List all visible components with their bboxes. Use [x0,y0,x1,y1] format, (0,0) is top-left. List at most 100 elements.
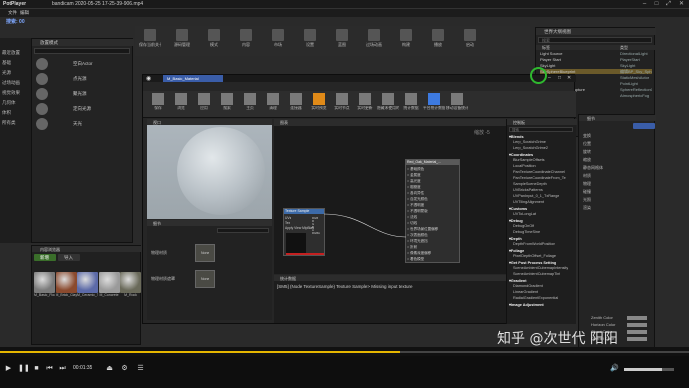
playlist-icon[interactable]: ☰ [136,364,145,374]
details-row[interactable]: 静态网格体 [583,165,653,171]
palette-category[interactable]: ▾Debug [509,218,523,223]
video-frame[interactable]: 文件 编辑 搜索: 00 保存当前关卡 源码管理 模式 内容 市场 设置 蓝图 过场动画 构建播… [0,9,689,347]
play-icon[interactable]: ▶ [4,364,13,374]
palette-item[interactable]: PanTextureCoordinateChannel [513,170,565,175]
palette-category[interactable]: ▾Get Post Process Setting [509,260,556,265]
palette-item[interactable]: PixelDepthOffset_Foliage [513,254,556,259]
toolbar-button-save[interactable]: 保存当前关卡 [139,27,161,55]
mat-toolbar-button-4[interactable]: 主页 [239,92,261,117]
mat-maximize-icon[interactable]: □ [558,75,561,81]
palette-item[interactable]: LocalPosition [513,164,536,169]
asset-tile[interactable]: M_Basic_Floor [34,272,55,304]
mat-toolbar-button-7[interactable]: 实时预览 [308,92,330,117]
material-preview-viewport[interactable]: 视口 [147,119,272,219]
outliner-search-input[interactable]: 搜索 [538,37,652,43]
place-item[interactable]: 天光 [36,117,130,131]
close-icon[interactable]: ✕ [677,1,686,8]
place-item[interactable]: 点光源 [36,72,130,86]
mat-minimize-icon[interactable]: – [548,75,551,81]
details-row[interactable]: 变换 [583,133,653,139]
mat-toolbar-button-6[interactable]: 连接器 [285,92,307,117]
phys-mat-mask-swatch[interactable]: None [195,270,215,288]
fullscreen-icon[interactable]: ⤢ [664,1,673,8]
palette-item[interactable]: DebugTimeSine [513,230,540,235]
color-swatch[interactable] [627,316,647,320]
category-5[interactable]: 几何体 [2,100,16,106]
color-swatch[interactable] [627,330,647,334]
maximize-icon[interactable]: □ [652,1,661,8]
mat-toolbar-button-10[interactable]: 隐藏未使用的连接 [377,92,399,117]
mat-toolbar-button-8[interactable]: 实时节点 [331,92,353,117]
palette-item[interactable]: RadialGradientExponential [513,296,558,301]
palette-category[interactable]: ▾Blends [509,134,524,139]
details-row[interactable]: 旋转 [583,149,653,155]
previous-icon[interactable]: ⏮ [45,364,54,374]
menu-file[interactable]: 文件 [8,10,17,16]
details-row[interactable]: 材质 [583,173,653,179]
volume-icon[interactable]: 🔊 [610,364,619,374]
palette-item[interactable]: SceneAmbientCubemapIntensity [513,266,568,271]
palette-category[interactable]: ▾Image Adjustment [509,302,544,307]
mat-toolbar-button-3[interactable]: 搜索 [216,92,238,117]
category-4[interactable]: 视觉效果 [2,90,20,96]
outliner-row[interactable]: Light Source DirectionalLight [540,51,652,56]
modes-search-input[interactable] [34,48,130,54]
details-row[interactable]: 缩放 [583,157,653,163]
import-button[interactable]: 导入 [58,254,80,261]
mat-toolbar-button-13[interactable]: 移动设备统计 [446,92,468,117]
details-row[interactable]: 碰撞 [583,189,653,195]
palette-item[interactable]: DebugOnOff [513,224,534,229]
color-swatch[interactable] [627,323,647,327]
seek-bar[interactable] [0,348,689,356]
details-row[interactable]: 位置 [583,141,653,147]
toolbar-button-content[interactable]: 内容 [235,27,257,55]
category-2[interactable]: 光源 [2,70,11,76]
next-icon[interactable]: ⏭ [58,364,67,374]
palette-item[interactable]: Lerp_ScratchGrime [513,140,546,145]
mat-toolbar-button-1[interactable]: 浏览 [170,92,192,117]
details-row[interactable]: 渲染 [583,205,653,211]
mat-close-icon[interactable]: ✕ [567,75,571,81]
palette-category[interactable]: ▾Gradient [509,278,527,283]
details-row[interactable]: 物理 [583,181,653,187]
place-item[interactable]: 定向光源 [36,102,130,116]
palette-item[interactable]: LinearGradient [513,290,538,295]
category-6[interactable]: 体积 [2,110,11,116]
minimize-icon[interactable]: – [640,1,649,8]
palette-search-input[interactable]: 搜索 [509,127,573,132]
palette-item[interactable]: SampleSceneDepth [513,182,547,187]
category-1[interactable]: 基础 [2,60,11,66]
outliner-row[interactable]: SkyLight SkyLight [540,63,652,68]
palette-category[interactable]: ▾Depth [509,236,522,241]
asset-tile[interactable]: M_Rock [120,272,141,304]
palette-item[interactable]: SceneAmbientCubemapTint [513,272,560,277]
toolbar-button-launch[interactable]: 启动 [459,27,481,55]
palette-item[interactable]: UVPanInput_0_1_TxRange [513,194,559,199]
palette-item[interactable]: UVTilingAlignment [513,200,544,205]
toolbar-button-settings[interactable]: 设置 [299,27,321,55]
phys-mat-swatch[interactable]: None [195,244,215,262]
toolbar-button-build[interactable]: 构建 [395,27,417,55]
material-details-search[interactable] [217,228,269,233]
details-row[interactable]: 光照 [583,197,653,203]
palette-item[interactable]: Lerp_ScratchGrime2 [513,146,548,151]
mat-toolbar-button-2[interactable]: 应用 [193,92,215,117]
menu-edit[interactable]: 编辑 [20,10,29,16]
app-name[interactable]: PotPlayer [3,1,26,7]
toolbar-button-blueprint[interactable]: 蓝图 [331,27,353,55]
place-item[interactable]: 聚光源 [36,87,130,101]
color-swatch[interactable] [627,337,647,341]
category-3[interactable]: 过场动画 [2,80,20,86]
palette-item[interactable]: PanTextureCoordinateFrom_Te [513,176,566,181]
palette-item[interactable]: DepthFromWorldPosition [513,242,555,247]
asset-tile[interactable]: M_Brick_Clay [55,272,77,304]
palette-item[interactable]: BlurSampleOffsets [513,158,545,163]
palette-category[interactable]: ▾Coordinates [509,152,533,157]
palette-item[interactable]: UVToLongLat [513,212,536,217]
edit-blueprint-button[interactable] [633,123,655,129]
palette-category[interactable]: ▾Customs [509,206,527,211]
toolbar-button-source-control[interactable]: 源码管理 [171,27,193,55]
material-tab[interactable]: M_Basic_Material [163,75,223,82]
details-color-row[interactable]: Zenith Color [591,315,661,321]
mat-toolbar-button-12[interactable]: 平台统计数据 [423,92,445,117]
